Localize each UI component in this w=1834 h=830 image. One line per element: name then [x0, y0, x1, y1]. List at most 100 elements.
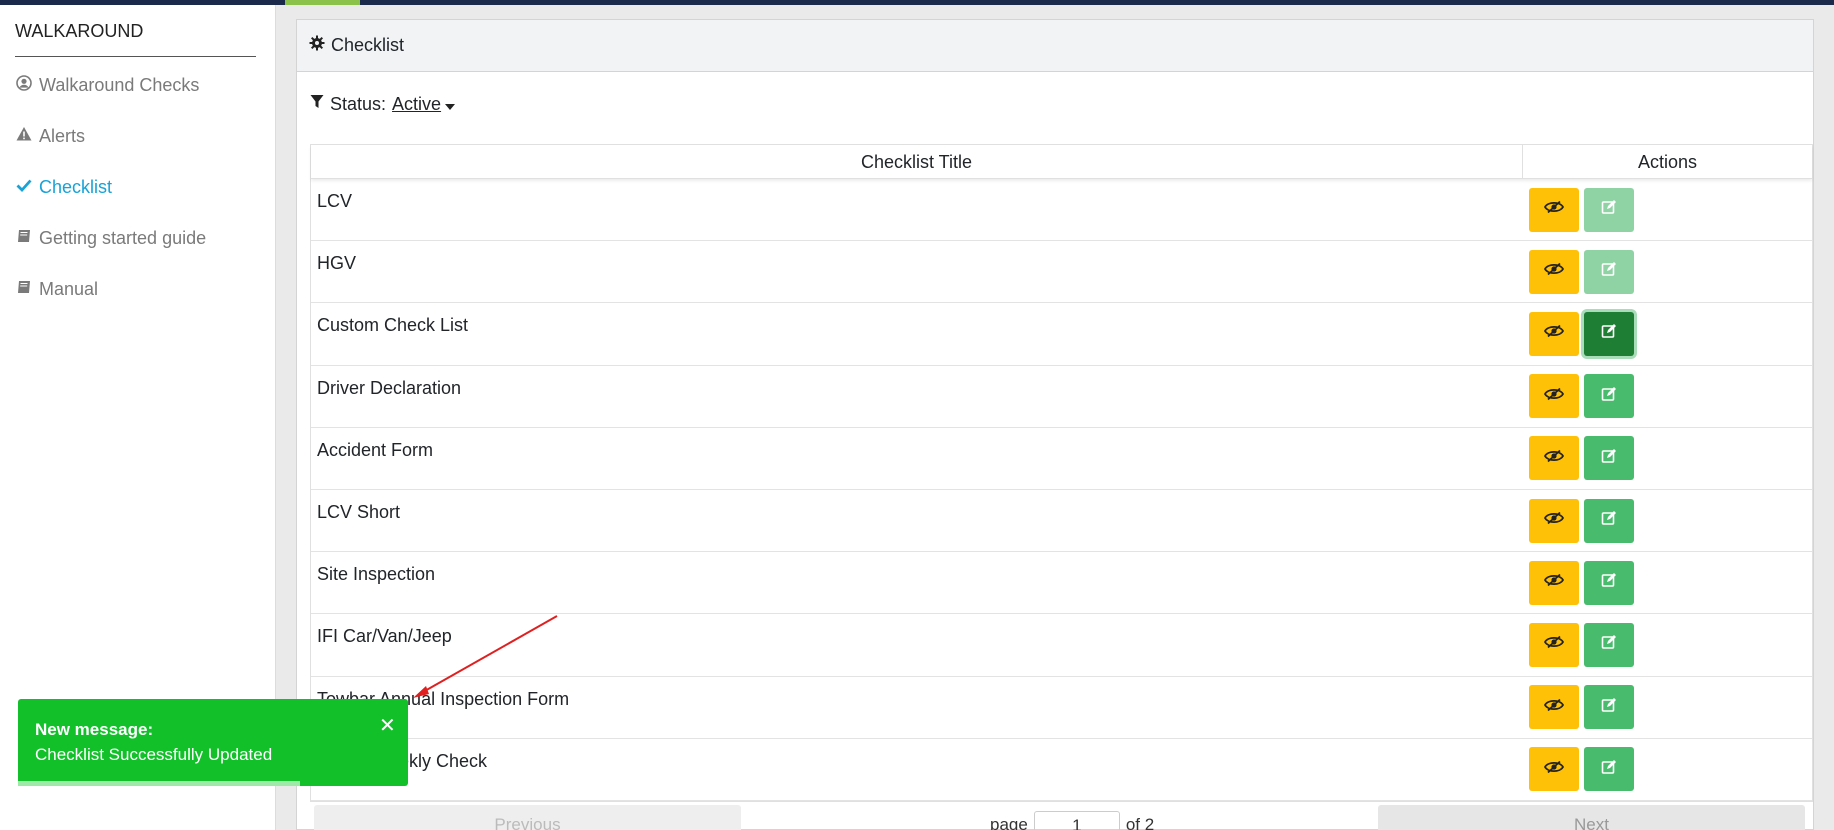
edit-icon [1601, 510, 1617, 531]
edit-button[interactable] [1584, 436, 1634, 481]
card-header: Checklist [297, 20, 1813, 72]
book-icon [15, 228, 33, 249]
view-button[interactable] [1529, 498, 1579, 543]
eye-slash-icon [1543, 760, 1565, 779]
table-header: Checklist Title Actions [311, 145, 1812, 179]
edit-button[interactable] [1584, 622, 1634, 667]
view-button[interactable] [1529, 249, 1579, 294]
checklist-title: Custom Check List [317, 315, 469, 336]
sidebar-item-label: Manual [39, 278, 99, 299]
page-number-input[interactable]: 1 [1033, 811, 1120, 830]
sidebar-item-label: Alerts [39, 125, 86, 146]
edit-button[interactable] [1584, 560, 1634, 605]
checklist-title: Accident Form [317, 439, 434, 460]
sidebar-item-label: Checklist [39, 176, 113, 197]
eye-slash-icon [1543, 698, 1565, 717]
checklist-title: Driver Declaration [317, 377, 462, 398]
checklist-card: Checklist Status: Active Checklist Title… [296, 19, 1814, 830]
page-label: page [990, 815, 1028, 830]
table-row: Driver Declaration [311, 366, 1812, 428]
eye-slash-icon [1543, 511, 1565, 530]
edit-button[interactable] [1584, 747, 1634, 792]
row-actions [1523, 677, 1812, 738]
close-icon[interactable]: ✕ [379, 713, 396, 738]
checklist-title: HGV [317, 253, 357, 274]
user-circle-icon [15, 74, 33, 96]
checklist-title: LCV [317, 191, 353, 211]
sidebar-item-alerts[interactable]: Alerts [15, 123, 85, 149]
edit-icon [1601, 697, 1617, 718]
view-button[interactable] [1529, 622, 1579, 667]
edit-icon [1601, 386, 1617, 407]
checklist-title: IFI Car/Van/Jeep [317, 626, 452, 647]
edit-icon [1601, 323, 1617, 344]
status-filter: Status: Active [310, 94, 456, 115]
status-value: Active [392, 94, 442, 114]
toast-message: Checklist Successfully Updated [35, 745, 273, 764]
page-total: of 2 [1125, 815, 1155, 830]
row-actions [1523, 614, 1812, 675]
chevron-down-icon [445, 104, 456, 110]
sidebar-item-manual[interactable]: Manual [15, 276, 98, 302]
row-actions [1523, 739, 1812, 800]
table-row: LCV Short [311, 490, 1812, 553]
book-icon [15, 279, 33, 300]
edit-button[interactable] [1584, 187, 1634, 232]
sidebar-item-label: Walkaround Checks [39, 74, 200, 95]
eye-slash-icon [1543, 324, 1565, 343]
table-row: HGV [311, 241, 1812, 304]
checklist-title: LCV Short [317, 501, 401, 522]
page-info: page 1 of 2 [990, 811, 1155, 830]
eye-slash-icon [1543, 387, 1565, 406]
edit-button[interactable] [1584, 498, 1634, 543]
toast-title: New message: [35, 720, 154, 739]
table-row: LCV [311, 179, 1812, 242]
edit-icon [1601, 199, 1617, 220]
row-actions [1523, 552, 1812, 613]
row-actions [1523, 490, 1812, 551]
toast-notification: New message: Checklist Successfully Upda… [18, 699, 408, 786]
checklist-title: Towbar Annual Inspection Form [317, 688, 570, 709]
sidebar-item-checklist[interactable]: Checklist [15, 174, 112, 200]
main-area: Checklist Status: Active Checklist Title… [276, 5, 1834, 830]
column-header-title: Checklist Title [311, 145, 1523, 178]
row-actions [1523, 241, 1812, 302]
gear-icon [309, 35, 325, 56]
table-row: Accident Form [311, 428, 1812, 490]
edit-button[interactable] [1584, 685, 1634, 730]
view-button[interactable] [1529, 747, 1579, 792]
row-actions [1523, 366, 1812, 427]
sidebar-item-getting-started-guide[interactable]: Getting started guide [15, 225, 206, 251]
previous-button[interactable]: Previous [314, 805, 741, 830]
table-row: Site Inspection [311, 552, 1812, 615]
row-actions [1523, 179, 1812, 240]
view-button[interactable] [1529, 374, 1579, 419]
check-icon [15, 177, 33, 198]
view-button[interactable] [1529, 436, 1579, 481]
toast-progress-bar [18, 781, 300, 786]
edit-icon [1601, 261, 1617, 282]
edit-button[interactable] [1584, 311, 1634, 356]
edit-icon [1601, 572, 1617, 593]
brand-title: WALKAROUND [15, 21, 256, 57]
table-row: Trailer Weekly Check [311, 739, 1812, 801]
table-row: Towbar Annual Inspection Form [311, 677, 1812, 739]
next-button[interactable]: Next [1378, 805, 1805, 830]
checklist-title: Trailer Weekly Check [317, 750, 488, 771]
checklist-title: Site Inspection [317, 564, 436, 585]
edit-button[interactable] [1584, 249, 1634, 294]
pagination: Previous page 1 of 2 Next [310, 803, 1813, 830]
table-row: IFI Car/Van/Jeep [311, 614, 1812, 677]
sidebar-item-walkaround-checks[interactable]: Walkaround Checks [15, 72, 199, 98]
view-button[interactable] [1529, 311, 1579, 356]
edit-button[interactable] [1584, 374, 1634, 419]
view-button[interactable] [1529, 685, 1579, 730]
eye-slash-icon [1543, 573, 1565, 592]
edit-icon [1601, 634, 1617, 655]
row-actions [1523, 428, 1812, 489]
status-dropdown[interactable]: Active [392, 94, 456, 115]
view-button[interactable] [1529, 560, 1579, 605]
checklist-table: Checklist Title Actions LCV HGV Custom Che… [310, 144, 1813, 802]
view-button[interactable] [1529, 187, 1579, 232]
eye-slash-icon [1543, 449, 1565, 468]
